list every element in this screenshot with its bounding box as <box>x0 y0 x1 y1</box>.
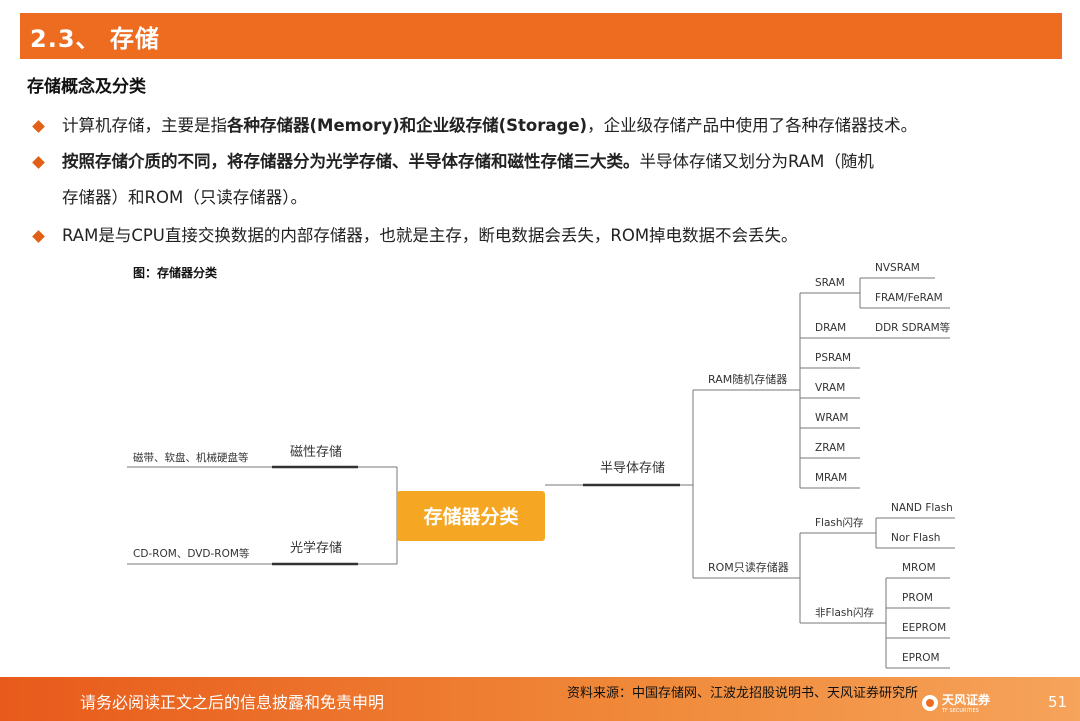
tf-logo-icon <box>922 694 938 711</box>
source-note: 资料来源：中国存储网、江波龙招股说明书、天风证券研究所 <box>567 686 919 701</box>
zram-label: ZRAM <box>815 442 845 454</box>
optical-storage-example: CD-ROM、DVD-ROM等 <box>133 547 250 560</box>
ddr-sdram-label: DDR SDRAM等 <box>875 321 951 334</box>
mrom-label: MROM <box>902 562 936 574</box>
dram-label: DRAM <box>815 322 846 334</box>
brand-name: 天风证券 <box>942 693 991 707</box>
prom-label: PROM <box>902 592 933 604</box>
sram-label: SRAM <box>815 277 845 289</box>
magnetic-storage-example: 磁带、软盘、机械硬盘等 <box>133 451 249 464</box>
fram-label: FRAM/FeRAM <box>875 292 943 304</box>
root-node: 存储器分类 <box>397 491 545 541</box>
vram-label: VRAM <box>815 382 845 394</box>
magnetic-storage-label: 磁性存储 <box>290 445 342 460</box>
ram-label: RAM随机存储器 <box>708 372 787 386</box>
psram-label: PSRAM <box>815 352 851 364</box>
disclaimer-text: 请务必阅读正文之后的信息披露和免责申明 <box>80 693 385 712</box>
flash-label: Flash闪存 <box>815 516 864 529</box>
eeprom-label: EEPROM <box>902 622 946 634</box>
nand-flash-label: NAND Flash <box>891 502 953 514</box>
root-label: 存储器分类 <box>423 505 518 528</box>
eprom-label: EPROM <box>902 652 940 664</box>
rom-label: ROM只读存储器 <box>708 560 789 574</box>
wram-label: WRAM <box>815 412 849 424</box>
optical-storage-label: 光学存储 <box>290 540 342 556</box>
nor-flash-label: Nor Flash <box>891 532 940 544</box>
page-number: 51 <box>1048 693 1068 711</box>
mram-label: MRAM <box>815 472 847 484</box>
nvsram-label: NVSRAM <box>875 262 920 274</box>
storage-classification-tree: 存储器分类 磁性存储 磁带、软盘、机械硬盘等 光学存储 CD-ROM、DVD-R… <box>127 262 955 669</box>
brand-sub: TF SECURITIES <box>942 708 979 714</box>
semiconductor-storage-label: 半导体存储 <box>600 461 665 476</box>
nonflash-label: 非Flash闪存 <box>815 606 875 619</box>
brand-logo: 天风证券 TF SECURITIES <box>922 691 990 714</box>
